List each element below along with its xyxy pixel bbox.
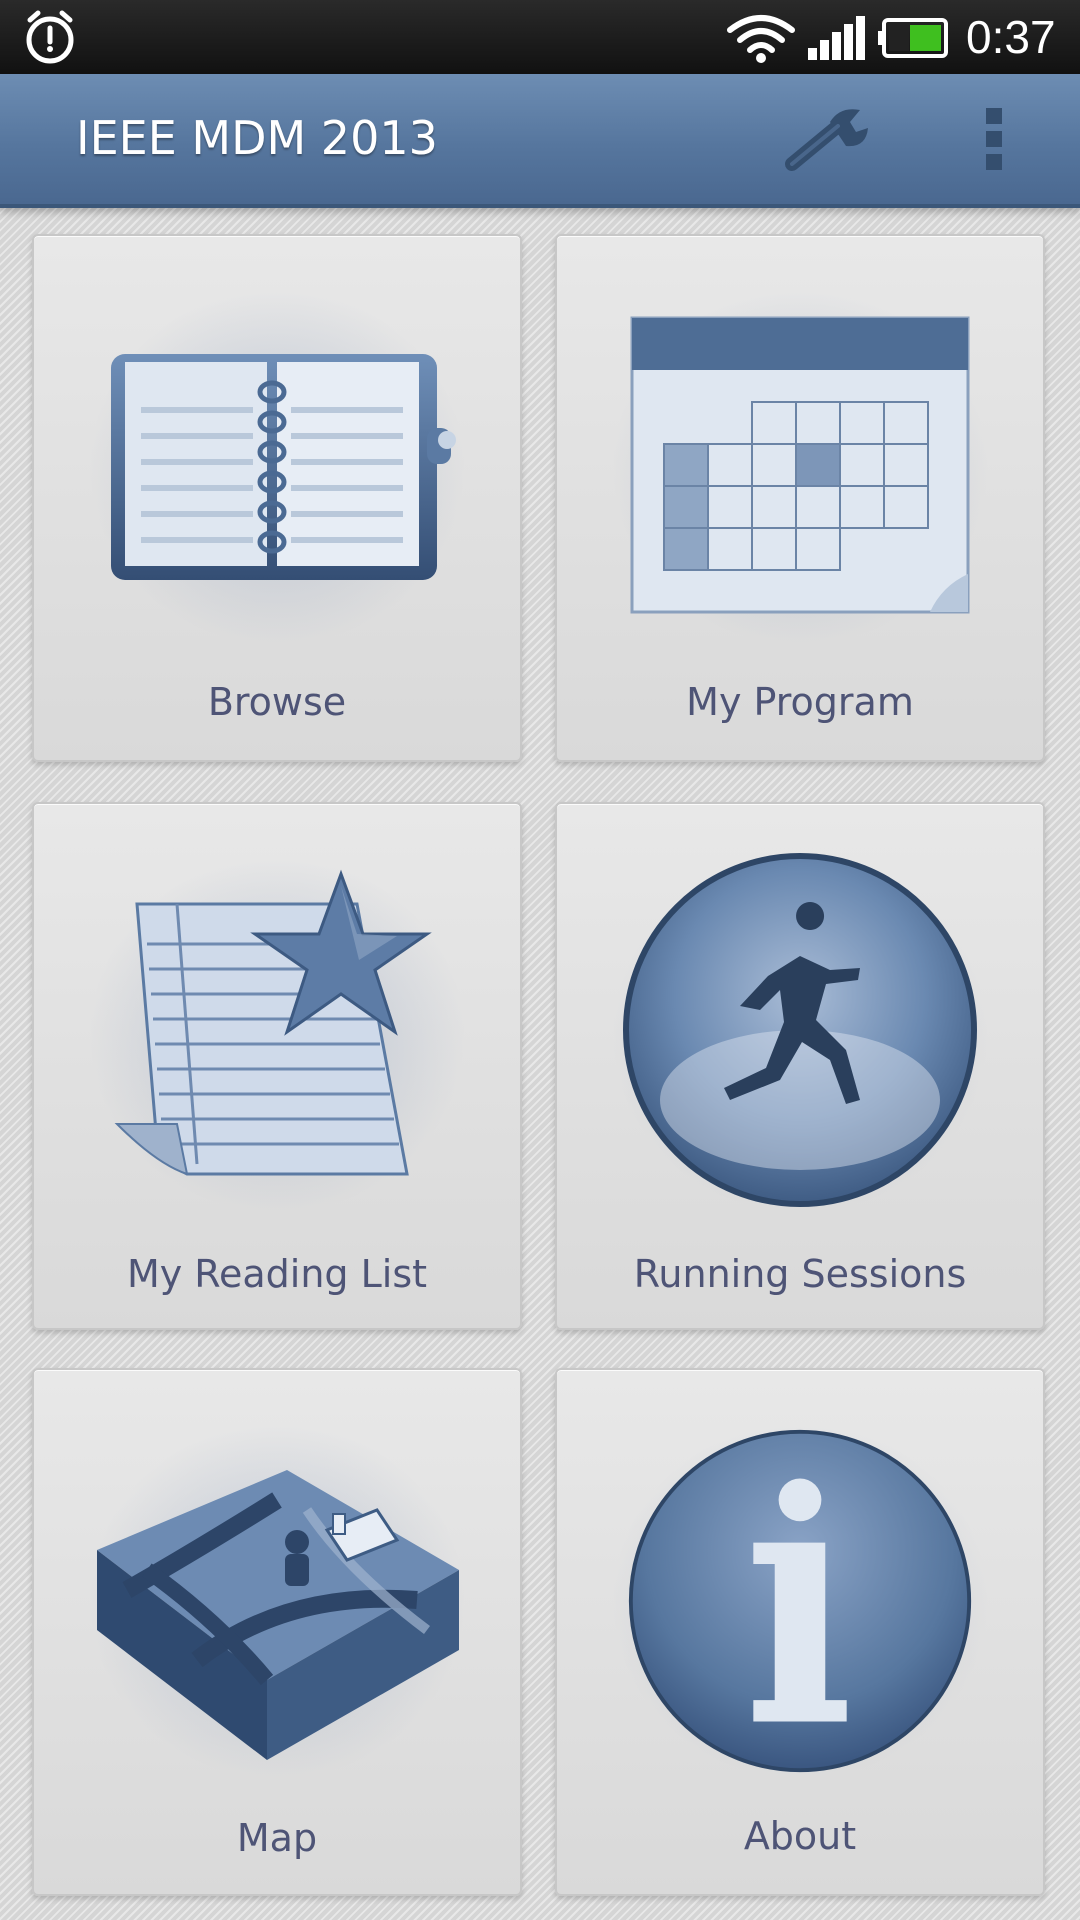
runner-icon: [623, 853, 977, 1207]
info-icon: [628, 1429, 972, 1773]
app-bar: IEEE MDM 2013: [0, 74, 1080, 208]
reading-list-star-icon: [114, 869, 432, 1176]
alarm-icon: [26, 10, 74, 64]
wrench-icon[interactable]: [780, 104, 880, 174]
about-tile[interactable]: About: [555, 1368, 1045, 1896]
status-clock: 0:37: [966, 11, 1056, 63]
overflow-menu-icon[interactable]: [970, 102, 1020, 176]
battery-icon: [878, 18, 948, 58]
map-icon: [97, 1470, 459, 1760]
my-reading-list-tile[interactable]: My Reading List: [32, 802, 522, 1330]
tile-label: Running Sessions: [633, 1252, 967, 1296]
tile-label: About: [743, 1814, 857, 1858]
running-sessions-tile[interactable]: Running Sessions: [555, 802, 1045, 1330]
map-tile[interactable]: Map: [32, 1368, 522, 1896]
tile-label: My Program: [686, 680, 914, 724]
signal-icon: [808, 16, 865, 60]
app-title: IEEE MDM 2013: [76, 111, 438, 165]
tile-label: My Reading List: [126, 1252, 428, 1296]
my-program-tile[interactable]: My Program: [555, 234, 1045, 762]
status-bar: 0:37: [0, 0, 1080, 74]
browse-tile[interactable]: Browse: [32, 234, 522, 762]
wifi-icon: [727, 15, 795, 63]
calendar-icon: [630, 316, 970, 614]
book-icon: [111, 354, 456, 580]
tile-label: Map: [236, 1816, 318, 1860]
tile-label: Browse: [207, 680, 347, 724]
